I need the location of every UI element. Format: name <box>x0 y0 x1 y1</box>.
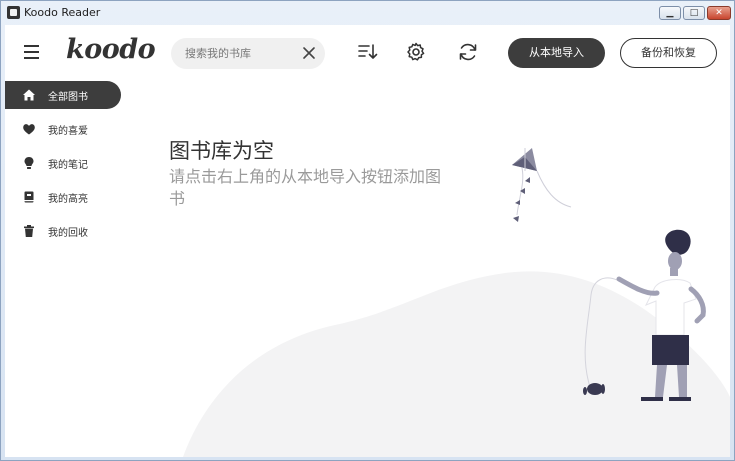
bulb-icon <box>24 157 34 169</box>
home-icon <box>23 89 35 101</box>
menu-toggle-icon[interactable] <box>24 45 39 59</box>
sidebar-item-label: 我的高亮 <box>48 194 88 205</box>
sidebar-item-notes[interactable]: 我的笔记 <box>5 149 121 177</box>
empty-library-description: 请点击右上角的从本地导入按钮添加图书 <box>169 167 442 208</box>
heart-icon <box>23 124 35 135</box>
search-box <box>171 38 325 69</box>
minimize-icon: ▁ <box>666 8 674 18</box>
sort-icon[interactable] <box>357 41 379 63</box>
maximize-button[interactable]: □ <box>683 6 705 20</box>
sidebar-item-favorites[interactable]: 我的喜爱 <box>5 115 121 143</box>
backup-restore-button[interactable]: 备份和恢复 <box>620 38 717 68</box>
sidebar-item-label: 全部图书 <box>48 92 88 103</box>
app-content: koodo 从本地导入 备份和恢复 <box>5 25 730 457</box>
kite-reel-icon <box>583 383 605 395</box>
window-title: Koodo Reader <box>24 6 101 19</box>
close-icon: ✕ <box>715 8 723 18</box>
settings-gear-icon[interactable] <box>405 41 427 63</box>
window-controls: ▁ □ ✕ <box>659 6 731 20</box>
sidebar-item-all-books[interactable]: 全部图书 <box>5 81 121 109</box>
close-button[interactable]: ✕ <box>707 6 731 20</box>
kite-icon <box>512 148 572 222</box>
person-figure <box>616 229 706 401</box>
title-bar[interactable]: Koodo Reader ▁ □ ✕ <box>1 1 734 25</box>
sync-icon[interactable] <box>457 41 479 63</box>
clear-search-icon[interactable] <box>301 45 317 61</box>
hill-shape <box>183 271 730 457</box>
empty-library-title: 图书库为空 <box>169 139 274 163</box>
sidebar-item-highlights[interactable]: 我的高亮 <box>5 183 121 211</box>
sidebar-item-label: 我的笔记 <box>48 160 88 171</box>
trash-icon <box>24 225 34 237</box>
kite-string <box>584 277 618 388</box>
import-local-button[interactable]: 从本地导入 <box>508 38 605 68</box>
maximize-icon: □ <box>689 8 699 18</box>
app-icon <box>7 6 20 19</box>
sidebar-item-trash[interactable]: 我的回收 <box>5 217 121 245</box>
app-logo: koodo <box>66 34 156 65</box>
highlight-book-icon <box>24 191 34 203</box>
app-window: Koodo Reader ▁ □ ✕ koodo 搜索我的书库 从本地导入 备份… <box>0 0 735 461</box>
sidebar-item-label: 我的喜爱 <box>48 126 88 137</box>
sidebar-item-label: 我的回收 <box>48 228 88 239</box>
minimize-button[interactable]: ▁ <box>659 6 681 20</box>
sidebar: 全部图书 我的喜爱 我的笔记 我的高亮 我的回收 <box>5 81 125 251</box>
search-input[interactable] <box>185 45 295 62</box>
